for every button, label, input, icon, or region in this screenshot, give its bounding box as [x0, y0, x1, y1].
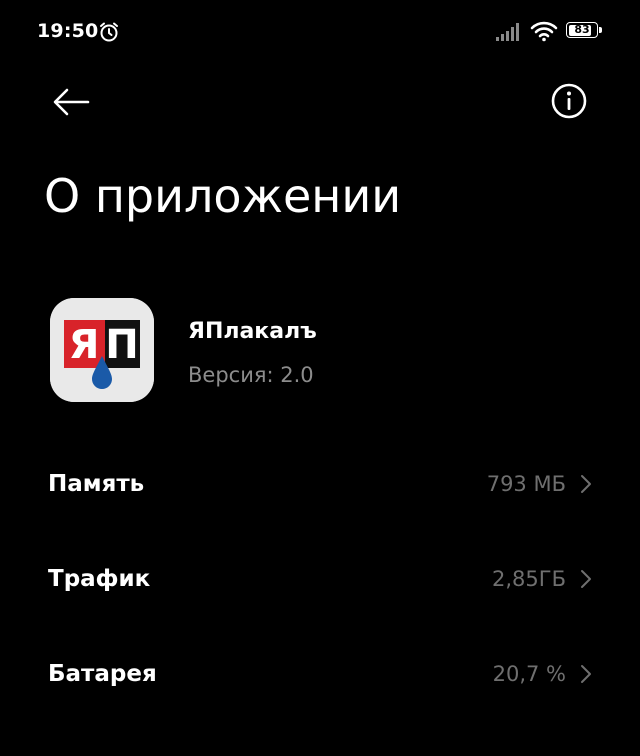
info-circle-icon	[551, 83, 587, 119]
chevron-right-icon	[581, 570, 591, 588]
app-name: ЯПлакалъ	[188, 319, 317, 344]
battery-tip	[599, 27, 602, 33]
app-logo-icon: ЯП П Я	[50, 298, 154, 402]
row-traffic[interactable]: Трафик 2,85ГБ	[0, 538, 640, 618]
svg-text:П: П	[105, 322, 138, 368]
back-button[interactable]	[46, 80, 96, 124]
battery-icon: 83	[566, 22, 604, 40]
wifi-icon	[530, 21, 558, 42]
row-value: 2,85ГБ	[492, 567, 566, 591]
alarm-clock-icon	[100, 22, 118, 42]
battery-level: 83	[574, 23, 590, 36]
status-bar: 19:50 83	[0, 0, 640, 64]
row-label: Память	[48, 471, 145, 497]
status-time: 19:50	[37, 20, 99, 42]
row-storage[interactable]: Память 793 МБ	[0, 443, 640, 523]
page-title: О приложении	[44, 169, 402, 223]
arrow-left-icon	[53, 88, 90, 116]
cellular-signal-icon	[496, 23, 519, 41]
app-version: Версия: 2.0	[188, 363, 314, 387]
app-icon: ЯП П Я	[50, 298, 154, 402]
chevron-right-icon	[581, 475, 591, 493]
row-value: 793 МБ	[486, 472, 566, 496]
chevron-right-icon	[581, 665, 591, 683]
app-info-button[interactable]	[546, 78, 592, 124]
row-label: Трафик	[48, 566, 151, 592]
row-battery[interactable]: Батарея 20,7 %	[0, 633, 640, 713]
row-value: 20,7 %	[492, 662, 566, 686]
svg-text:Я: Я	[69, 322, 100, 368]
row-label: Батарея	[48, 661, 157, 687]
